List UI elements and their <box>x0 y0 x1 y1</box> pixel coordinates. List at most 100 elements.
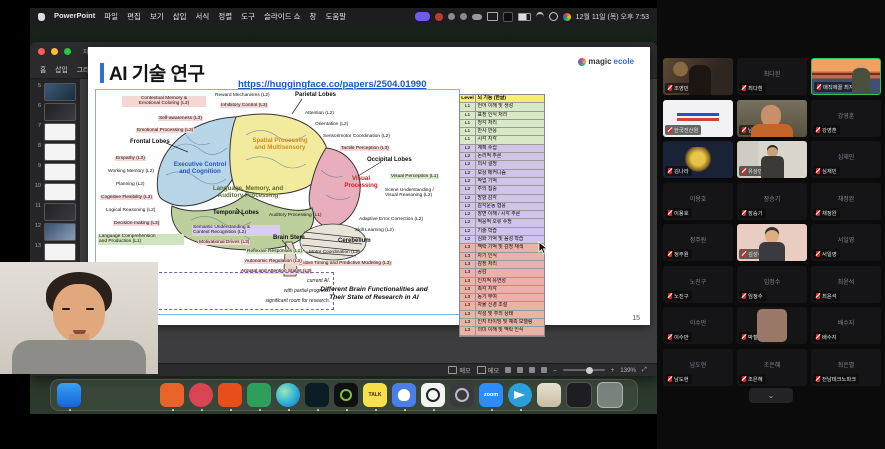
slide-thumbnail[interactable]: 8 <box>34 143 76 161</box>
slide-thumbnail[interactable]: 10 <box>34 183 76 201</box>
starburst-app-icon[interactable] <box>218 383 242 407</box>
menubar-item[interactable]: 슬라이드 쇼 <box>264 11 301 22</box>
maximize-button[interactable] <box>64 48 71 55</box>
show-more-participants-button[interactable]: ⌄ <box>749 388 793 403</box>
participant-tile[interactable]: 노진구 노진구 <box>663 266 733 303</box>
kakaotalk-icon[interactable] <box>363 383 387 407</box>
participant-tile[interactable]: 김성수 <box>737 224 807 261</box>
slideshow-button[interactable] <box>541 367 547 373</box>
participant-tile[interactable]: 남서울 김민수 <box>737 100 807 137</box>
zoom-in-icon[interactable]: + <box>611 367 615 374</box>
status-dot-icon[interactable] <box>460 13 467 20</box>
excel-icon[interactable] <box>247 383 271 407</box>
participant-tile[interactable]: 최은별 전남테크노파크 <box>811 349 881 386</box>
menubar-item[interactable]: 도움말 <box>325 11 346 22</box>
apple-menu-icon[interactable] <box>38 13 45 21</box>
terminal-icon[interactable] <box>566 382 592 408</box>
slide-thumbnail[interactable]: 13 <box>34 243 76 261</box>
slide-thumbnail[interactable]: 11 <box>34 203 76 221</box>
account-icon[interactable] <box>448 13 455 20</box>
participant-tile[interactable]: 이수만 이수만 <box>663 307 733 344</box>
menubar-item[interactable]: PowerPoint <box>54 11 95 22</box>
slide-thumbnail[interactable]: 7 <box>34 123 76 141</box>
audio-wave-app-icon[interactable] <box>305 383 329 407</box>
level-cell: L3 <box>460 278 476 285</box>
participant-tile[interactable]: 정주원 정주원 <box>663 224 733 261</box>
display-icon[interactable] <box>487 12 498 21</box>
slide-thumbnail[interactable]: 9 <box>34 163 76 181</box>
reading-view-button[interactable] <box>529 367 535 373</box>
participant-tile[interactable]: 채정완 채정완 <box>811 183 881 220</box>
comments-button[interactable]: 메모 <box>477 366 499 375</box>
slide-thumbnail[interactable]: 5 <box>34 83 76 101</box>
dooray-icon[interactable] <box>160 383 184 407</box>
close-button[interactable] <box>38 48 45 55</box>
minimize-button[interactable] <box>51 48 58 55</box>
red-app-icon[interactable] <box>189 383 213 407</box>
table-row: L1 시각 지각 <box>460 136 544 144</box>
brain-function-label: Orientation (L2) <box>314 122 349 127</box>
screen-share-indicator-icon[interactable] <box>415 12 430 21</box>
normal-view-button[interactable] <box>505 367 511 373</box>
notes-button[interactable]: 메모 <box>448 366 470 375</box>
trash-icon[interactable] <box>597 382 623 408</box>
participant-tile[interactable]: 최다흰 최다흰 <box>737 58 807 95</box>
participant-tile[interactable]: 이용호 이용호 <box>663 183 733 220</box>
participant-tile[interactable]: 남도현 남도현 <box>663 349 733 386</box>
onedrive-cloud-icon[interactable] <box>472 14 482 20</box>
fullscreen-icon[interactable]: ⤢ <box>642 366 647 374</box>
participant-tile[interactable]: 조영민 <box>663 58 733 95</box>
chatgpt-icon[interactable] <box>421 383 445 407</box>
menubar-item[interactable]: 보기 <box>150 11 164 22</box>
edge-browser-icon[interactable] <box>276 383 300 407</box>
menubar-item[interactable]: 파일 <box>104 11 118 22</box>
openai-gray-icon[interactable] <box>450 383 474 407</box>
participant-tile[interactable]: 박철민 <box>737 307 807 344</box>
participant-tile[interactable]: 최윤석 최윤석 <box>811 266 881 303</box>
muted-mic-icon <box>742 127 746 133</box>
battery-icon[interactable] <box>518 13 531 21</box>
participant-name-label: 최윤석 <box>813 291 840 301</box>
menubar-item[interactable]: 정렬 <box>218 11 232 22</box>
telegram-icon[interactable] <box>508 383 532 407</box>
spotlight-search-icon[interactable] <box>549 12 558 21</box>
presenter-webcam-video[interactable] <box>0 262 158 374</box>
finder-icon[interactable] <box>57 383 81 407</box>
zoom-slider[interactable] <box>563 369 605 371</box>
menubar-item[interactable]: 삽입 <box>173 11 187 22</box>
participant-tile[interactable]: 심재민 심재민 <box>811 141 881 178</box>
pinwheel-icon[interactable] <box>563 13 571 21</box>
brain-function-label: Motor Coordination (L2) <box>308 250 361 255</box>
zoom-level[interactable]: 139% <box>620 367 636 374</box>
slide-thumbnail[interactable]: 12 <box>34 223 76 241</box>
menubar-item[interactable]: 창 <box>310 11 317 22</box>
participant-tile[interactable]: 서일영 서일영 <box>811 224 881 261</box>
participant-tile[interactable]: 한국전산원 <box>663 100 733 137</box>
notion-icon[interactable] <box>503 12 513 22</box>
table-row: L2 방향 감각 <box>460 195 544 203</box>
ribbon-tab[interactable]: 홈 <box>40 64 46 74</box>
menubar-item[interactable]: 서식 <box>196 11 210 22</box>
menubar-clock[interactable]: 12월 11일 (목) 오후 7:53 <box>576 12 649 22</box>
ribbon-tab[interactable]: 삽입 <box>55 64 68 74</box>
participant-tile[interactable]: 장승기 장승기 <box>737 183 807 220</box>
participant-tile[interactable]: 강영훈 강영훈 <box>811 100 881 137</box>
blue-assistant-app-icon[interactable] <box>392 383 416 407</box>
green-ring-app-icon[interactable] <box>334 383 358 407</box>
record-status-icon[interactable] <box>435 13 443 21</box>
participant-tile[interactable]: 유상민 <box>737 141 807 178</box>
participant-tile[interactable]: 조은혜 조은혜 <box>737 349 807 386</box>
participant-tile[interactable]: 배수지 배수지 <box>811 307 881 344</box>
slide-thumbnail[interactable]: 6 <box>34 103 76 121</box>
wifi-icon[interactable] <box>536 12 544 22</box>
menubar-item[interactable]: 편집 <box>127 11 141 22</box>
zoom-app-icon[interactable] <box>479 383 503 407</box>
menubar-item[interactable]: 도구 <box>241 11 255 22</box>
slide-sorter-button[interactable] <box>517 367 523 373</box>
participant-tile[interactable]: 임정수 임정수 <box>737 266 807 303</box>
participant-tile[interactable]: 김나라 <box>663 141 733 178</box>
file-manager-icon[interactable] <box>537 383 561 407</box>
participant-tile[interactable]: 매직에꼴 최지구 <box>811 58 881 95</box>
table-row: L2 장면 이해 / 시각 추론 <box>460 211 544 219</box>
zoom-out-icon[interactable]: – <box>553 367 556 374</box>
